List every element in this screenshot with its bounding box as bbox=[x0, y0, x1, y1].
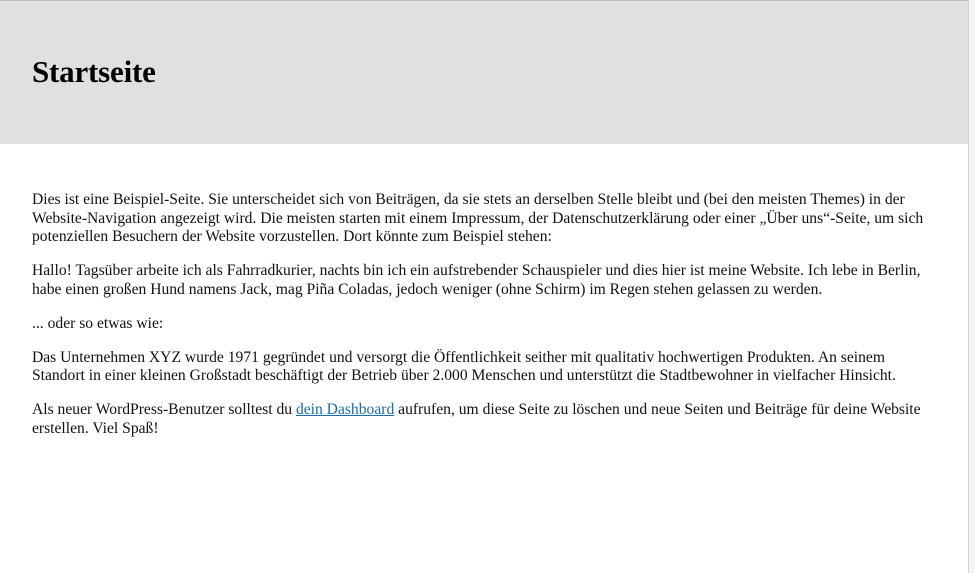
dashboard-hint-text-before: Als neuer WordPress-Benutzer solltest du bbox=[32, 401, 296, 418]
example-quote-paragraph: Hallo! Tagsüber arbeite ich als Fahrradk… bbox=[32, 262, 921, 298]
page-header: Startseite bbox=[0, 1, 969, 144]
page-content: Dies ist eine Beispiel-Seite. Sie unters… bbox=[32, 191, 937, 454]
page-title: Startseite bbox=[32, 54, 156, 89]
window-right-edge bbox=[968, 0, 975, 573]
dashboard-link[interactable]: dein Dashboard bbox=[296, 401, 394, 418]
transition-paragraph: ... oder so etwas wie: bbox=[32, 314, 164, 332]
intro-paragraph: Dies ist eine Beispiel-Seite. Sie unters… bbox=[32, 191, 924, 245]
dashboard-hint-paragraph: Als neuer WordPress-Benutzer solltest du… bbox=[32, 401, 937, 438]
company-example-paragraph: Das Unternehmen XYZ wurde 1971 gegründet… bbox=[32, 348, 896, 385]
